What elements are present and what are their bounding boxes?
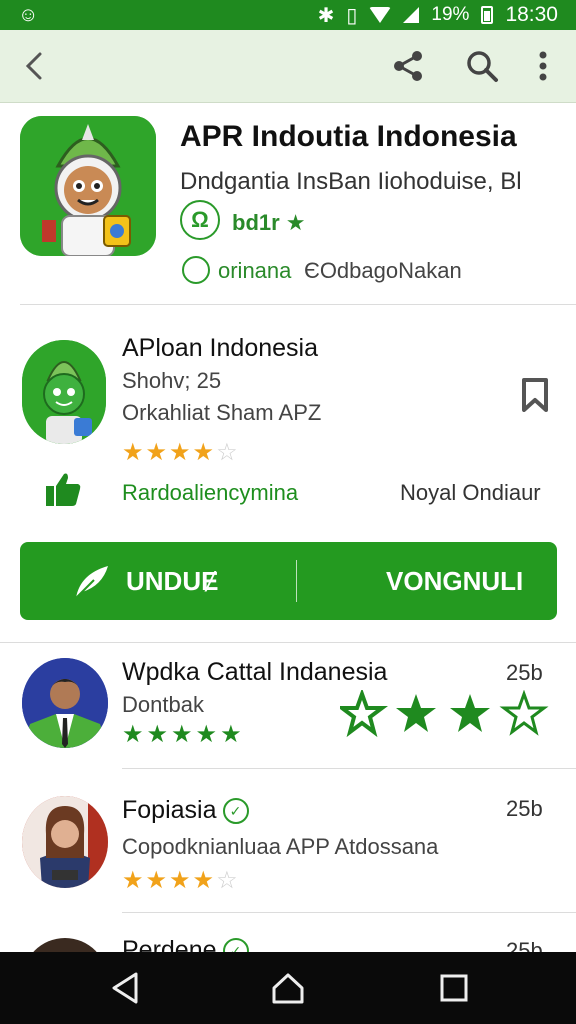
rate-stars[interactable] [340, 690, 550, 740]
list-item-count: 25b [506, 796, 543, 821]
verified-icon: ✓ [222, 798, 249, 825]
rating-badge-icon: Ω [180, 200, 220, 240]
nav-home-icon[interactable] [270, 970, 306, 1006]
divider [122, 768, 576, 769]
list-item-stars: ★★★★☆ [122, 867, 240, 894]
list-item-title[interactable]: Fopiasia ✓ [122, 796, 249, 825]
divider [20, 304, 576, 305]
battery-percent: 19% [431, 4, 470, 25]
section-line-1: Shohv; 25 [122, 368, 222, 393]
app-title: APR Indoutia Indonesia [180, 120, 517, 153]
avatar[interactable] [22, 658, 108, 748]
share-icon[interactable] [390, 48, 426, 84]
secondary-label[interactable]: VONGNULI [386, 566, 523, 597]
search-icon[interactable] [464, 48, 500, 84]
app-icon-small [22, 340, 106, 444]
section-title: APloan Indonesia [122, 334, 318, 362]
meta-label-b: ЄOdbagoNakan [304, 258, 462, 283]
vibrate-icon: ▯ [346, 4, 358, 27]
list-item-subtitle: Copodknianluaa APP Atdossana [122, 834, 439, 859]
divider [122, 912, 576, 913]
list-item-title[interactable]: Wpdka Cattal Indanesia [122, 658, 387, 687]
nav-back-icon[interactable] [108, 970, 144, 1006]
app-bar [0, 30, 576, 103]
signal-icon [403, 7, 420, 23]
action-button[interactable]: UNDUɆ VONGNULI [20, 542, 557, 620]
list-item-title-text: Fopiasia [122, 796, 217, 824]
list-item-subtitle: Dontbak [122, 692, 204, 717]
meta-label-a[interactable]: orinana [218, 258, 291, 284]
wifi-icon [369, 7, 392, 23]
button-separator [296, 560, 297, 602]
section-line-2: Orkahliat Sham APZ [122, 400, 322, 425]
star-rating: ★★★★☆ [122, 439, 240, 466]
back-arrow-icon[interactable] [18, 48, 54, 84]
divider [0, 642, 576, 643]
robot-icon [22, 340, 106, 444]
notification-icon: ☺ [18, 3, 39, 26]
app-subtitle: Dndgantia InsBan Iiohoduise, Bl [180, 168, 522, 195]
category-label: Noyal Ondiaur [400, 480, 541, 505]
navigation-bar [0, 952, 576, 1024]
bluetooth-icon: ✱ [317, 4, 335, 27]
avatar[interactable] [22, 796, 108, 888]
developer-link[interactable]: Rardoaliencymina [122, 480, 298, 506]
status-bar: ☺ ✱ ▯ 19% 18:30 [0, 0, 576, 30]
app-icon [20, 116, 156, 256]
nav-recents-icon[interactable] [436, 970, 472, 1006]
rating-text: bd1r ★ [232, 210, 306, 235]
install-label[interactable]: UNDUɆ [126, 566, 218, 597]
person-avatar-icon [22, 796, 108, 888]
meta-icon [182, 256, 210, 284]
clock: 18:30 [505, 3, 558, 26]
person-avatar-icon [22, 658, 108, 748]
mascot-icon [20, 116, 156, 256]
bookmark-icon[interactable] [520, 378, 550, 412]
battery-icon [481, 6, 494, 24]
list-item-stars: ★★★★★ [122, 721, 245, 748]
leaf-icon [75, 566, 108, 599]
thumbs-up-icon [46, 473, 81, 506]
list-item-count: 25b [506, 660, 543, 685]
more-vert-icon[interactable] [528, 48, 558, 84]
